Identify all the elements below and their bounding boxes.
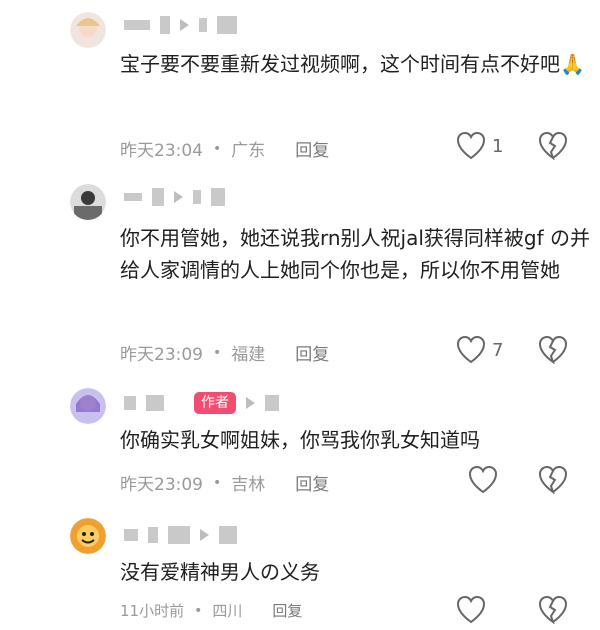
comment-text: 没有爱精神男人の义务: [120, 560, 320, 584]
comment-location: 吉林: [231, 475, 266, 495]
reply-button[interactable]: 回复: [295, 470, 329, 495]
dislike-button[interactable]: [538, 132, 568, 160]
username-redacted[interactable]: [124, 524, 237, 546]
like-button[interactable]: 7: [456, 336, 503, 364]
comment-meta: 11小时前 • 四川 回复: [120, 600, 302, 621]
comment-meta: 昨天23:09 • 吉林 回复: [120, 470, 329, 496]
avatar[interactable]: [70, 12, 106, 48]
dislike-button[interactable]: [538, 336, 568, 364]
broken-heart-icon: [538, 596, 568, 624]
comment-location: 广东: [231, 141, 266, 161]
comment-time: 昨天23:04: [120, 141, 203, 161]
username-redacted[interactable]: [124, 14, 237, 36]
comment-meta: 昨天23:09 • 福建 回复: [120, 340, 329, 366]
separator: •: [194, 602, 203, 619]
broken-heart-icon: [538, 132, 568, 160]
reply-button[interactable]: 回复: [295, 340, 329, 365]
author-badge: 作者: [194, 392, 236, 414]
dislike-button[interactable]: [538, 596, 568, 624]
reply-button[interactable]: 回复: [295, 136, 329, 161]
separator: •: [213, 474, 222, 491]
separator: •: [213, 344, 222, 361]
heart-icon: [456, 596, 486, 624]
comment-location: 福建: [231, 345, 266, 365]
like-count: 1: [492, 135, 504, 157]
comment-meta: 昨天23:04 • 广东 回复: [120, 136, 329, 162]
heart-icon: [468, 466, 498, 494]
comment-text: 你不用管她，她还说我rn别人祝jal获得同样被gf の并给人家调情的人上她同个你…: [120, 226, 591, 282]
broken-heart-icon: [538, 336, 568, 364]
username-redacted[interactable]: [124, 186, 225, 208]
like-button[interactable]: 1: [456, 132, 503, 160]
avatar[interactable]: [70, 518, 106, 554]
comment-time: 11小时前: [120, 602, 185, 620]
reply-button[interactable]: 回复: [272, 600, 302, 621]
username-redacted[interactable]: 作者: [124, 392, 279, 414]
like-button[interactable]: [468, 466, 498, 494]
heart-icon: [456, 132, 486, 160]
comment-location: 四川: [212, 602, 243, 620]
comment-text: 宝子要不要重新发过视频啊，这个时间有点不好吧🙏: [120, 52, 585, 76]
comment-time: 昨天23:09: [120, 345, 203, 365]
like-count: 7: [492, 339, 504, 361]
like-button[interactable]: [456, 596, 486, 624]
broken-heart-icon: [538, 466, 568, 494]
comment-time: 昨天23:09: [120, 475, 203, 495]
separator: •: [213, 140, 222, 157]
dislike-button[interactable]: [538, 466, 568, 494]
comment-text: 你确实乳女啊姐妹，你骂我你乳女知道吗: [120, 428, 480, 452]
avatar[interactable]: [70, 388, 106, 424]
avatar[interactable]: [70, 184, 106, 220]
heart-icon: [456, 336, 486, 364]
